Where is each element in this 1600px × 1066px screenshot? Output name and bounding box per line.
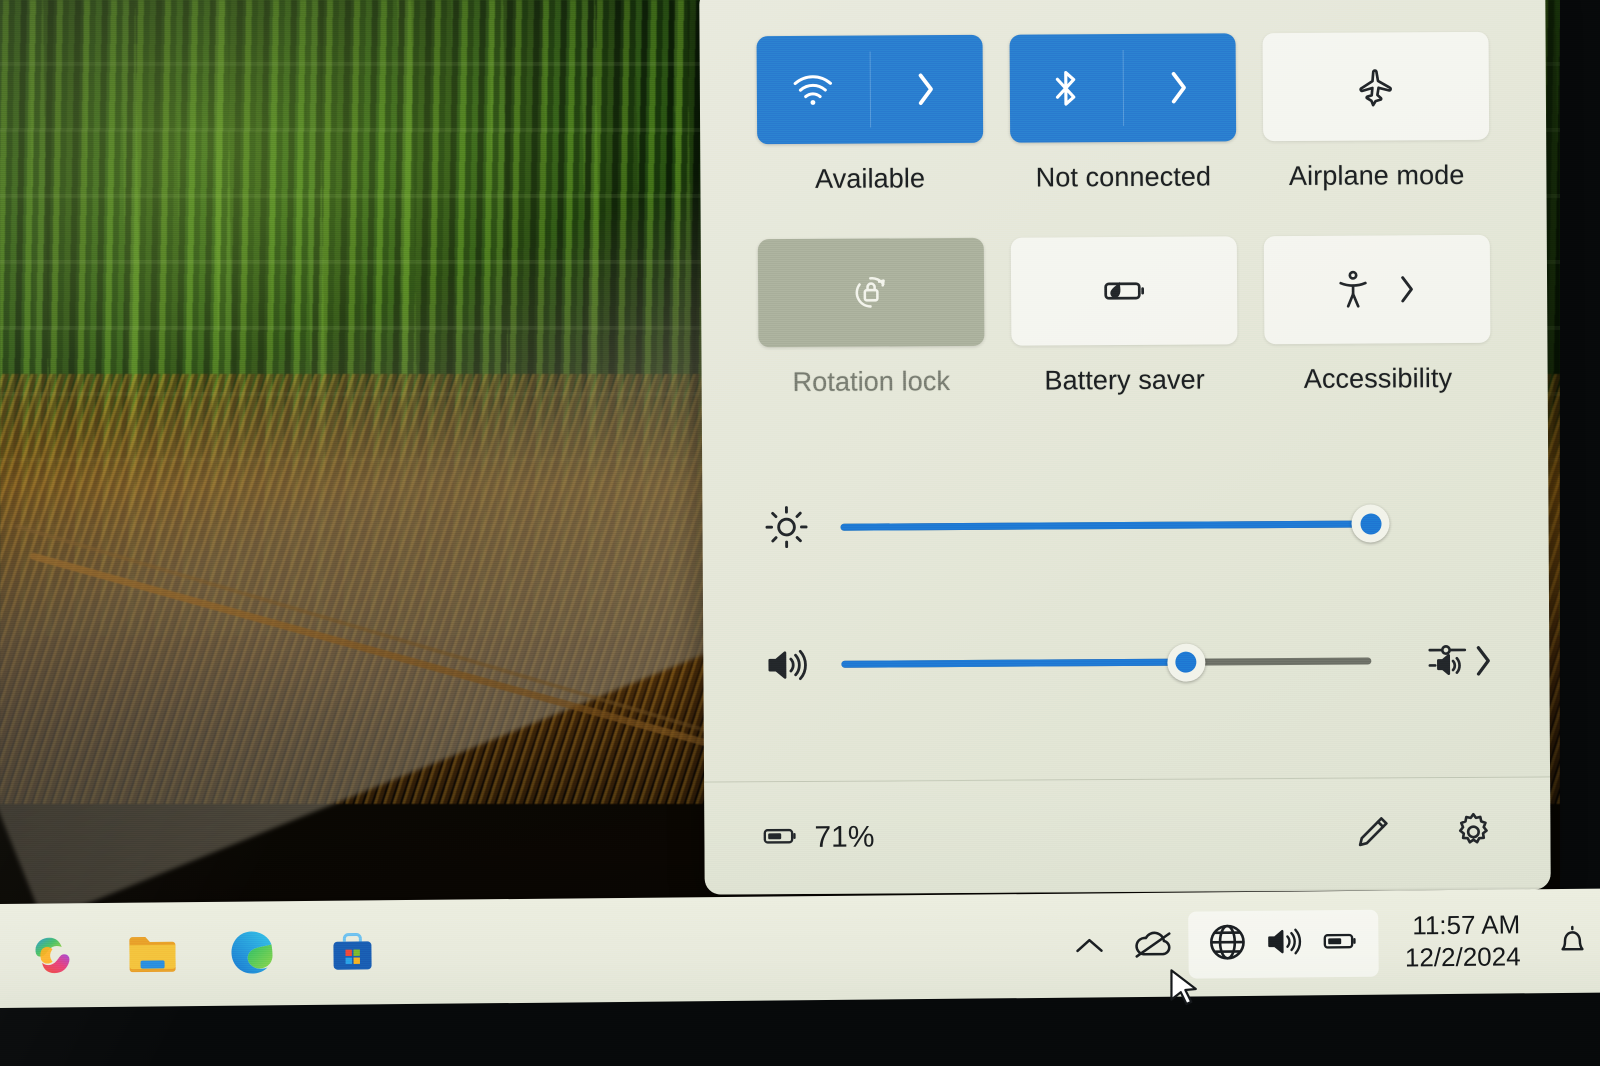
taskbar-apps <box>16 900 381 1007</box>
quick-tile-rotation-lock[interactable]: Rotation lock <box>757 237 985 398</box>
rotation-lock-tile-button[interactable] <box>757 237 985 348</box>
battery-saver-icon[interactable] <box>1100 273 1148 309</box>
airplane-icon[interactable] <box>1355 66 1397 107</box>
system-tray: 11:57 AM 12/2/2024 <box>1060 889 1600 998</box>
file-explorer-icon[interactable] <box>124 926 181 983</box>
quick-tile-accessibility[interactable]: Accessibility <box>1263 234 1491 395</box>
brightness-slider-row <box>702 499 1548 550</box>
quick-settings-panel[interactable]: Available Not connected Airplane mode Ro… <box>699 0 1551 895</box>
volume-thumb[interactable] <box>1166 643 1205 682</box>
notification-bell-icon[interactable] <box>1542 889 1600 994</box>
bluetooth-icon[interactable] <box>1010 34 1124 143</box>
microsoft-store-icon[interactable] <box>324 924 381 981</box>
brightness-slider[interactable] <box>840 504 1390 544</box>
battery-icon[interactable] <box>1321 927 1361 958</box>
quick-tile-bluetooth[interactable]: Not connected <box>1009 33 1237 193</box>
airplane-tile-button[interactable] <box>1262 31 1490 142</box>
battery-percent-label: 71% <box>814 820 875 854</box>
quick-settings-row-1: Available Not connected Airplane mode <box>699 0 1546 196</box>
battery-status[interactable]: 71% <box>760 820 875 856</box>
clock-date: 12/2/2024 <box>1404 941 1521 973</box>
brightness-icon <box>758 504 814 550</box>
audio-output-selector-icon[interactable] <box>1425 638 1469 683</box>
onedrive-offline-icon[interactable] <box>1118 893 1189 998</box>
brightness-thumb[interactable] <box>1351 504 1390 543</box>
quick-tile-airplane[interactable]: Airplane mode <box>1262 31 1490 192</box>
accessibility-tile-button[interactable] <box>1264 234 1491 345</box>
chevron-up-icon[interactable] <box>1060 893 1119 998</box>
audio-output-chevron-right-icon[interactable] <box>1473 642 1493 678</box>
bluetooth-chevron-right-icon[interactable] <box>1123 33 1237 142</box>
clock-time: 11:57 AM <box>1412 909 1521 941</box>
volume-trailing[interactable] <box>1397 638 1493 684</box>
airplane-tile-label: Airplane mode <box>1288 159 1465 191</box>
wifi-tile-label: Available <box>814 163 926 194</box>
battery-saver-tile-button[interactable] <box>1010 236 1238 346</box>
brightness-trailing <box>1397 523 1493 524</box>
accessibility-tile-label: Accessibility <box>1303 363 1453 394</box>
brightness-fill <box>840 520 1371 531</box>
screen: Available Not connected Airplane mode Ro… <box>0 0 1600 1066</box>
volume-icon <box>759 643 815 685</box>
copilot-icon[interactable] <box>24 927 81 984</box>
quick-settings-tray-button[interactable] <box>1188 909 1380 979</box>
battery-icon <box>760 822 800 853</box>
wifi-chevron-right-icon[interactable] <box>869 35 983 144</box>
wifi-icon[interactable] <box>756 36 870 145</box>
footer-actions <box>1352 810 1494 858</box>
microsoft-edge-icon[interactable] <box>224 925 281 982</box>
quick-settings-row-2: Rotation lock Battery saver Accessibilit… <box>701 190 1548 398</box>
taskbar-clock[interactable]: 11:57 AM 12/2/2024 <box>1378 909 1542 974</box>
bluetooth-tile-label: Not connected <box>1035 161 1212 193</box>
volume-slider-row <box>703 637 1549 687</box>
rotation-lock-icon <box>848 270 894 314</box>
accessibility-icon <box>1339 270 1368 308</box>
quick-settings-footer: 71% <box>704 777 1551 895</box>
quick-tile-wifi[interactable]: Available <box>756 34 984 195</box>
bluetooth-tile-button[interactable] <box>1009 33 1237 143</box>
speaker-volume-icon[interactable] <box>1265 923 1305 964</box>
pencil-edit-icon[interactable] <box>1352 812 1392 857</box>
wifi-tile-button[interactable] <box>756 34 983 145</box>
taskbar[interactable]: 11:57 AM 12/2/2024 <box>0 888 1600 1008</box>
accessibility-chevron-right-icon[interactable] <box>1398 273 1416 305</box>
accessibility-content <box>1338 268 1416 310</box>
globe-network-icon[interactable] <box>1207 920 1249 967</box>
gear-settings-icon[interactable] <box>1452 810 1494 857</box>
quick-tile-battery-saver[interactable]: Battery saver <box>1010 236 1238 396</box>
volume-slider[interactable] <box>841 643 1372 682</box>
battery-saver-tile-label: Battery saver <box>1044 364 1205 396</box>
volume-fill <box>841 658 1186 668</box>
rotation-lock-tile-label: Rotation lock <box>792 366 951 398</box>
